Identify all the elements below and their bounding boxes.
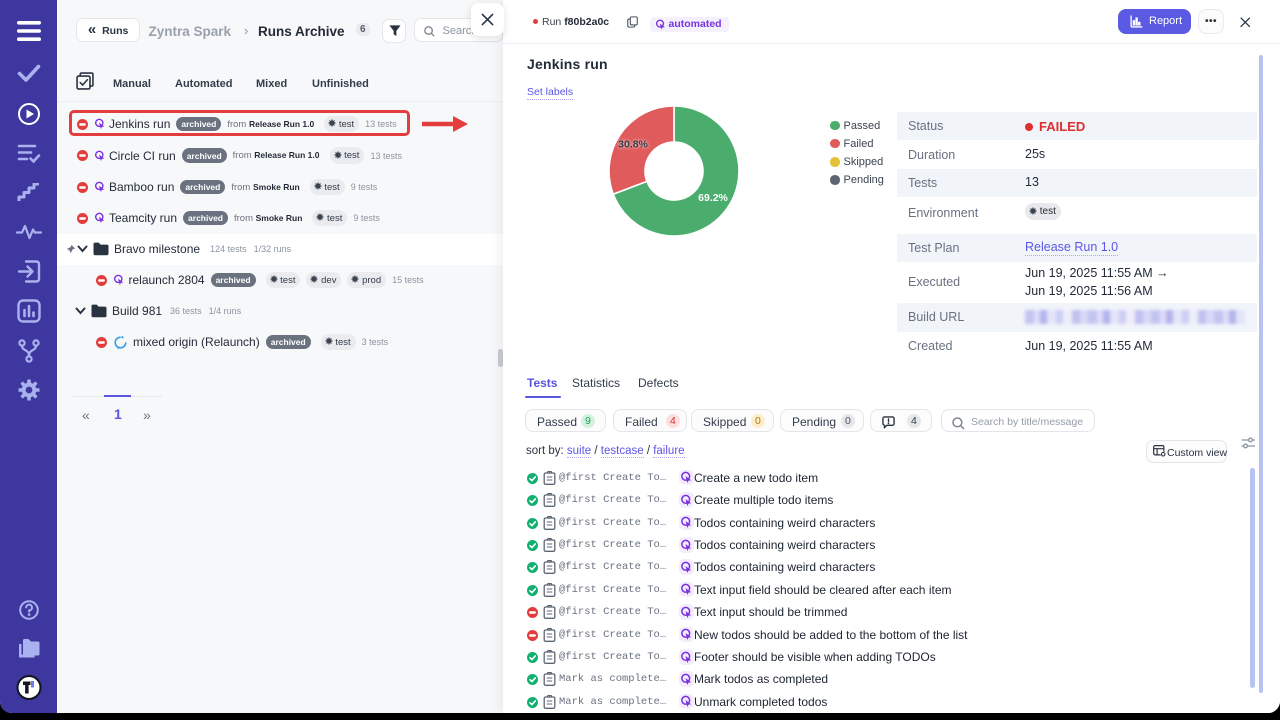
svg-text:69.2%: 69.2%	[698, 192, 728, 204]
svg-text:30.8%: 30.8%	[618, 139, 648, 151]
